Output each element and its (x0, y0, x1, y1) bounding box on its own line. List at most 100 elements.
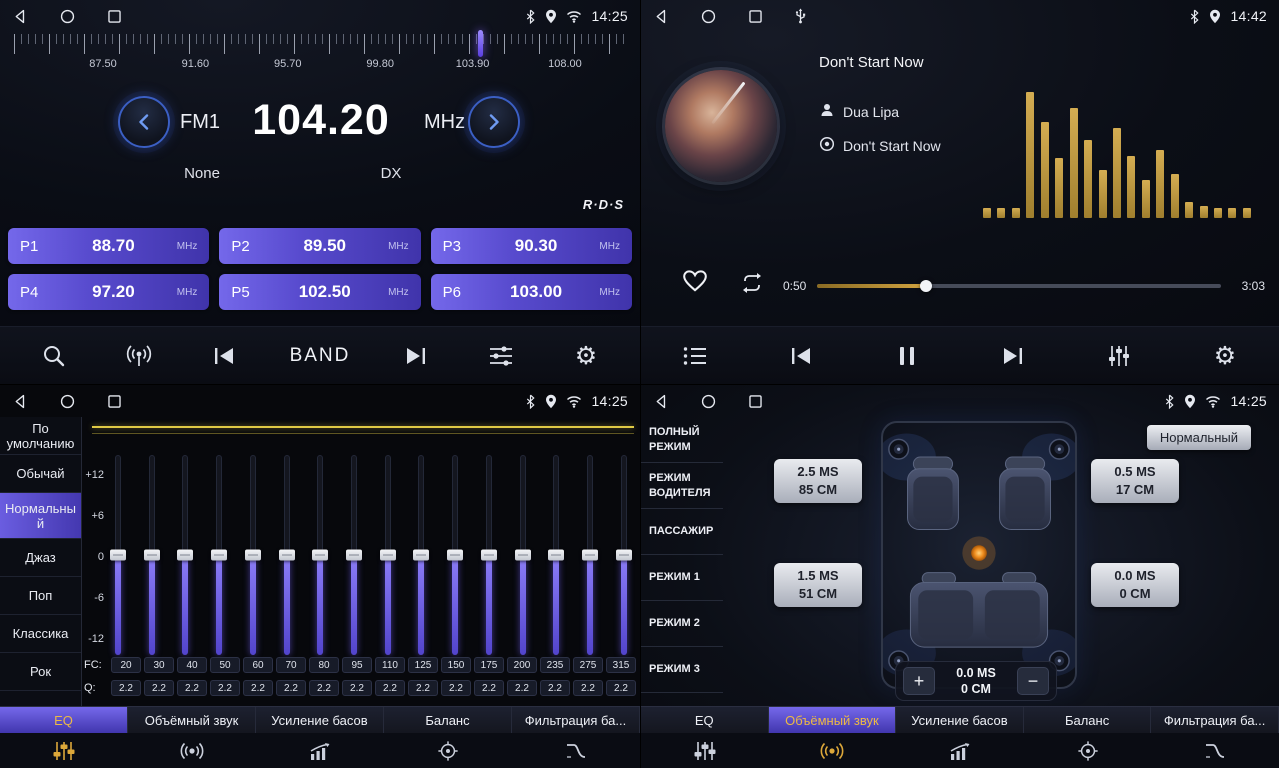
home-icon[interactable] (700, 393, 717, 410)
delay-front-left[interactable]: 2.5 MS 85 CM (774, 459, 862, 503)
back-icon[interactable] (653, 8, 670, 25)
repeat-icon[interactable] (739, 272, 765, 294)
preset-p6-button[interactable]: P6103.00MHz (431, 274, 632, 310)
frequency-ruler[interactable] (14, 34, 630, 54)
tab-eq[interactable]: EQ (641, 707, 769, 733)
eq-band-slider[interactable] (413, 455, 429, 655)
recents-icon[interactable] (106, 8, 123, 25)
eq-band-slider[interactable] (211, 455, 227, 655)
pause-icon[interactable] (887, 334, 927, 378)
previous-track-icon[interactable] (781, 334, 821, 378)
surround-tab-icon[interactable] (769, 733, 897, 768)
previous-station-icon[interactable] (204, 334, 244, 378)
eq-settings-icon[interactable] (481, 334, 521, 378)
mode-passenger[interactable]: ПАССАЖИР (641, 509, 723, 555)
eq-band-slider[interactable] (380, 455, 396, 655)
tab-surround[interactable]: Объёмный звук (128, 707, 256, 733)
bass-boost-tab-icon[interactable] (896, 733, 1024, 768)
eq-band-slider[interactable] (144, 455, 160, 655)
eq-band-slider[interactable] (481, 455, 497, 655)
filter-tab-icon[interactable] (1151, 733, 1279, 768)
bass-boost-tab-icon[interactable] (256, 733, 384, 768)
preset-p4-button[interactable]: P497.20MHz (8, 274, 209, 310)
favorite-heart-icon[interactable] (681, 268, 709, 293)
mode-3[interactable]: РЕЖИМ 3 (641, 647, 723, 693)
eq-band-slider[interactable] (515, 455, 531, 655)
scale-label: 95.70 (269, 58, 307, 70)
recents-icon[interactable] (747, 8, 764, 25)
delay-minus-button[interactable]: − (1017, 667, 1049, 695)
next-station-icon[interactable] (396, 334, 436, 378)
eq-preset-normal[interactable]: Нормальный (0, 493, 81, 539)
eq-preset-pop[interactable]: Поп (0, 577, 81, 615)
eq-band-slider[interactable] (582, 455, 598, 655)
preset-p2-button[interactable]: P289.50MHz (219, 228, 420, 264)
band-button[interactable]: BAND (290, 345, 351, 367)
eq-band-slider[interactable] (245, 455, 261, 655)
delay-rear-right[interactable]: 0.0 MS 0 CM (1091, 563, 1179, 607)
dx-mode-label: DX (366, 165, 416, 182)
delay-rear-left[interactable]: 1.5 MS 51 CM (774, 563, 862, 607)
home-icon[interactable] (59, 393, 76, 410)
eq-band-slider[interactable] (447, 455, 463, 655)
tab-bass-boost[interactable]: Усиление басов (896, 707, 1024, 733)
back-icon[interactable] (12, 8, 29, 25)
eq-preset-jazz[interactable]: Джаз (0, 539, 81, 577)
preset-p3-button[interactable]: P390.30MHz (431, 228, 632, 264)
tab-bass-boost[interactable]: Усиление басов (256, 707, 384, 733)
seek-down-button[interactable] (118, 96, 170, 148)
eq-band-slider[interactable] (279, 455, 295, 655)
eq-band-slider[interactable] (346, 455, 362, 655)
recents-icon[interactable] (106, 393, 123, 410)
eq-band-slider[interactable] (110, 455, 126, 655)
eq-tab-icon[interactable] (641, 733, 769, 768)
playlist-icon[interactable] (675, 334, 715, 378)
seek-up-button[interactable] (468, 96, 520, 148)
tab-balance[interactable]: Баланс (384, 707, 512, 733)
back-icon[interactable] (653, 393, 670, 410)
mode-full[interactable]: ПОЛНЫЙ РЕЖИМ (641, 417, 723, 463)
eq-preset-rock[interactable]: Рок (0, 653, 81, 691)
q-value: 2.2 (144, 680, 174, 696)
back-icon[interactable] (12, 393, 29, 410)
delay-plus-button[interactable]: + (903, 667, 935, 695)
mode-1[interactable]: РЕЖИМ 1 (641, 555, 723, 601)
next-track-icon[interactable] (993, 334, 1033, 378)
preset-p1-button[interactable]: P188.70MHz (8, 228, 209, 264)
profile-button[interactable]: Нормальный (1147, 425, 1251, 450)
eq-tab-icon[interactable] (0, 733, 128, 768)
eq-preset-default[interactable]: По умолчанию (0, 417, 81, 455)
bluetooth-icon (1189, 9, 1200, 24)
mode-2[interactable]: РЕЖИМ 2 (641, 601, 723, 647)
eq-preset-classic[interactable]: Классика (0, 615, 81, 653)
mode-driver[interactable]: РЕЖИМ ВОДИТЕЛЯ (641, 463, 723, 509)
player-statusbar: 14:42 (641, 0, 1279, 32)
delay-front-right[interactable]: 0.5 MS 17 CM (1091, 459, 1179, 503)
mixer-icon[interactable] (1099, 334, 1139, 378)
preset-p5-button[interactable]: P5102.50MHz (219, 274, 420, 310)
rds-badge: R·D·S (583, 197, 624, 212)
eq-band-slider[interactable] (548, 455, 564, 655)
search-icon[interactable] (34, 334, 74, 378)
balance-tab-icon[interactable] (1024, 733, 1152, 768)
tab-eq[interactable]: EQ (0, 707, 128, 733)
broadcast-scan-icon[interactable] (119, 334, 159, 378)
surround-tab-icon[interactable] (128, 733, 256, 768)
progress-knob[interactable] (920, 280, 932, 292)
tab-surround[interactable]: Объёмный звук (769, 707, 897, 733)
settings-gear-icon[interactable]: ⚙ (566, 334, 606, 378)
progress-slider[interactable] (817, 284, 1221, 288)
tab-balance[interactable]: Баланс (1024, 707, 1152, 733)
home-icon[interactable] (59, 8, 76, 25)
eq-preset-custom[interactable]: Обычай (0, 455, 81, 493)
eq-band-slider[interactable] (177, 455, 193, 655)
tab-filter[interactable]: Фильтрация ба... (1151, 707, 1279, 733)
eq-band-slider[interactable] (312, 455, 328, 655)
recents-icon[interactable] (747, 393, 764, 410)
tab-filter[interactable]: Фильтрация ба... (512, 707, 640, 733)
filter-tab-icon[interactable] (512, 733, 640, 768)
home-icon[interactable] (700, 8, 717, 25)
balance-tab-icon[interactable] (384, 733, 512, 768)
settings-gear-icon[interactable]: ⚙ (1205, 334, 1245, 378)
eq-band-slider[interactable] (616, 455, 632, 655)
